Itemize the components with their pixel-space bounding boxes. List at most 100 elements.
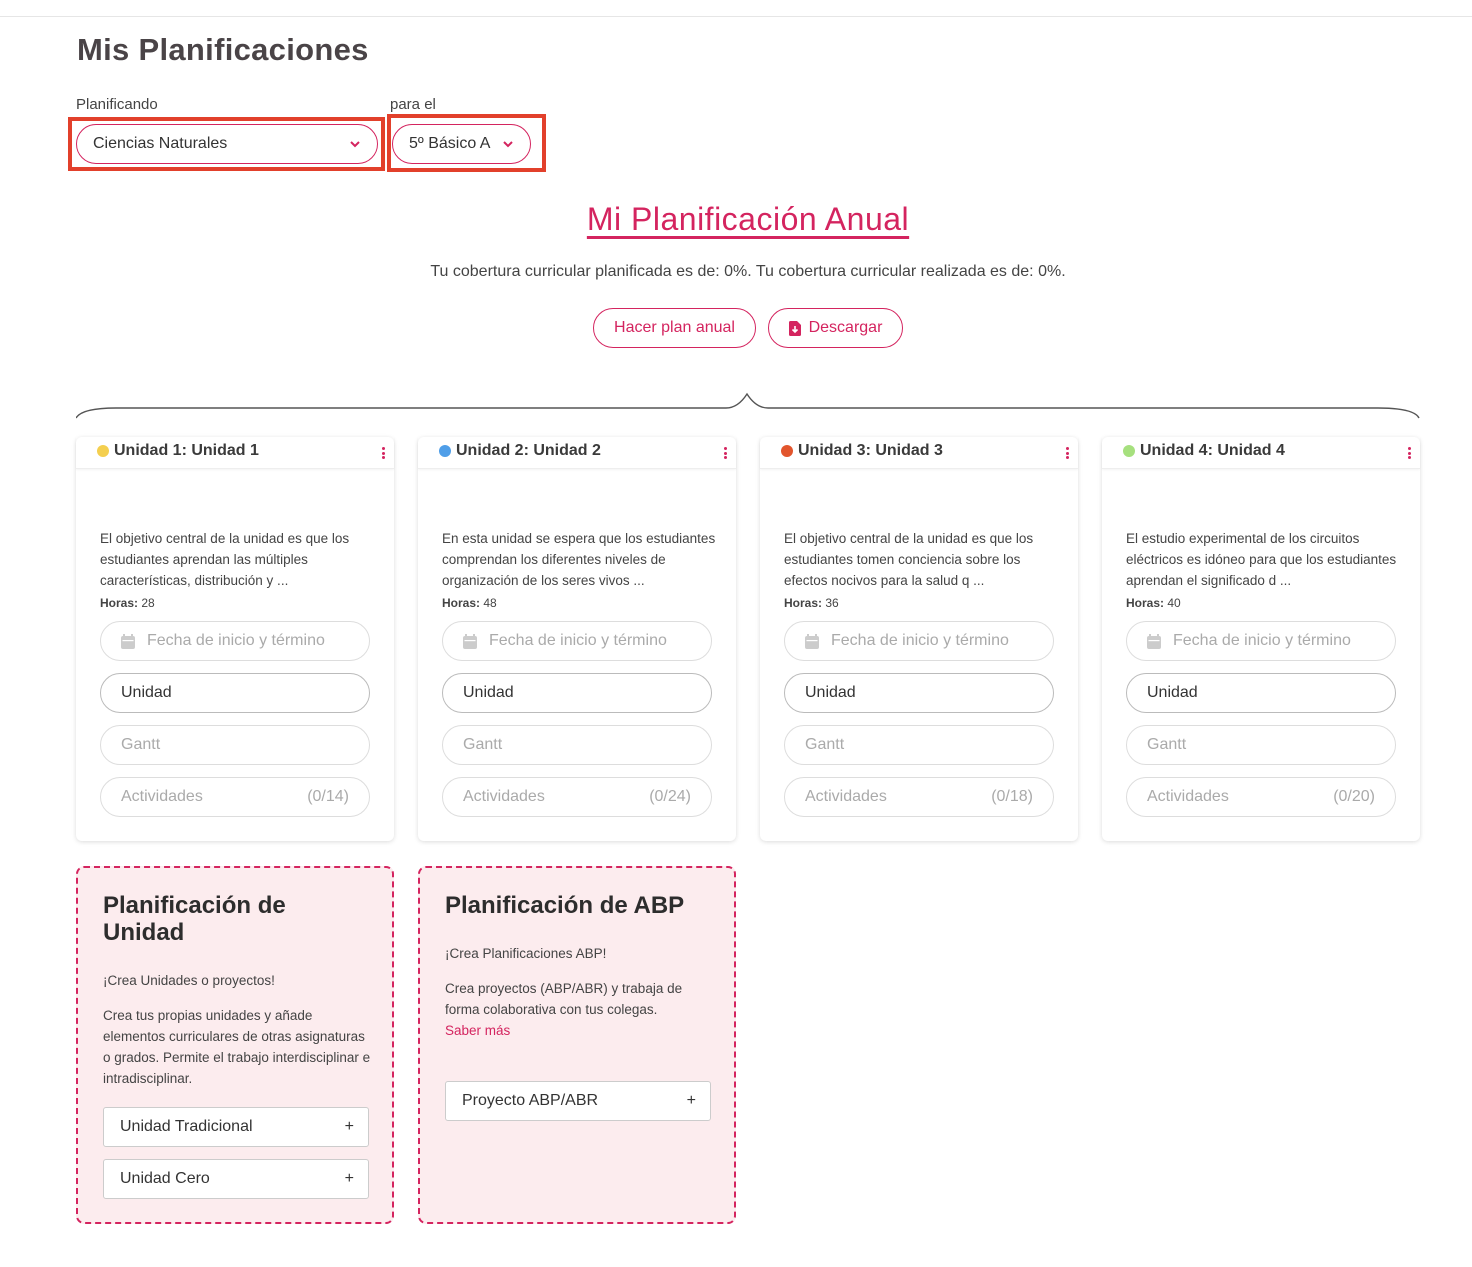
make-annual-plan-label: Hacer plan anual [614,319,735,336]
hours-label: Horas: [784,596,823,610]
unit-button-label: Unidad [463,684,514,701]
file-download-icon [788,320,801,336]
hours-value: 36 [825,596,839,610]
unit-planning-body: Crea tus propias unidades y añade elemen… [103,1008,371,1086]
gantt-button[interactable]: Gantt [442,725,712,765]
unit-button[interactable]: Unidad [100,673,370,713]
calendar-icon [1147,633,1161,649]
unit-title: Unidad 2: Unidad 2 [456,442,601,459]
hours-value: 40 [1167,596,1181,610]
subject-label: Planificando [76,96,158,113]
grade-select-value: 5º Básico A [409,135,491,152]
unit-title: Unidad 4: Unidad 4 [1140,442,1285,459]
unit-button[interactable]: Unidad [784,673,1054,713]
download-button[interactable]: Descargar [768,308,903,348]
abp-planning-title: Planificación de ABP [445,892,685,919]
activities-count: (0/14) [307,788,349,805]
calendar-icon [121,633,135,649]
unit-color-dot [1123,445,1135,457]
unit-card: Unidad 3: Unidad 3 El objetivo central d… [760,437,1078,841]
hours-label: Horas: [100,596,139,610]
date-range-input[interactable]: Fecha de inicio y término [784,621,1054,661]
activities-label: Actividades [1147,788,1229,805]
coverage-text: Tu cobertura curricular planificada es d… [430,263,1066,280]
unit-description: En esta unidad se espera que los estudia… [442,531,716,588]
date-range-placeholder: Fecha de inicio y término [831,632,1009,649]
date-range-input[interactable]: Fecha de inicio y término [100,621,370,661]
unit-planning-title: Planificación de Unidad [103,892,286,946]
unit-description: El objetivo central de la unidad es que … [784,531,1034,588]
unit-card-header: Unidad 4: Unidad 4 [1102,437,1420,469]
timeline-brace [76,392,1420,419]
page-title: Mis Planificaciones [77,32,369,67]
abp-planning-body: Crea proyectos (ABP/ABR) y trabaja de fo… [445,981,683,1017]
unit-title: Unidad 1: Unidad 1 [114,442,259,459]
unit-card: Unidad 2: Unidad 2 En esta unidad se esp… [418,437,736,841]
zero-unit-label: Unidad Cero [120,1170,210,1187]
calendar-icon [463,633,477,649]
abp-planning-panel: Planificación de ABP ¡Crea Planificacion… [418,866,736,1224]
more-options-icon[interactable] [382,447,386,461]
plus-icon: + [344,1118,354,1135]
unit-button[interactable]: Unidad [1126,673,1396,713]
traditional-unit-label: Unidad Tradicional [120,1118,253,1135]
gantt-button[interactable]: Gantt [784,725,1054,765]
date-range-input[interactable]: Fecha de inicio y término [1126,621,1396,661]
activities-button[interactable]: Actividades (0/14) [100,777,370,817]
unit-hours: Horas: 40 [1126,596,1181,610]
download-label: Descargar [808,319,883,336]
abp-project-button[interactable]: Proyecto ABP/ABR + [445,1081,711,1121]
unit-color-dot [781,445,793,457]
gantt-button[interactable]: Gantt [100,725,370,765]
make-annual-plan-button[interactable]: Hacer plan anual [593,308,756,348]
chevron-down-icon [503,141,513,148]
unit-hours: Horas: 36 [784,596,839,610]
learn-more-link[interactable]: Saber más [445,1023,510,1038]
activities-button[interactable]: Actividades (0/18) [784,777,1054,817]
annual-plan-link[interactable]: Mi Planificación Anual [0,201,1472,238]
activities-button[interactable]: Actividades (0/24) [442,777,712,817]
abp-project-label: Proyecto ABP/ABR [462,1092,599,1109]
unit-card: Unidad 4: Unidad 4 El estudio experiment… [1102,437,1420,841]
unit-hours: Horas: 48 [442,596,497,610]
unit-card: Unidad 1: Unidad 1 El objetivo central d… [76,437,394,841]
more-options-icon[interactable] [724,447,728,461]
hours-label: Horas: [442,596,481,610]
unit-description: El objetivo central de la unidad es que … [100,531,350,588]
hours-label: Horas: [1126,596,1165,610]
gantt-button[interactable]: Gantt [1126,725,1396,765]
hours-value: 48 [483,596,497,610]
unit-color-dot [439,445,451,457]
unit-hours: Horas: 28 [100,596,155,610]
calendar-icon [805,633,819,649]
unit-description: El estudio experimental de los circuitos… [1126,531,1397,588]
abp-planning-subtitle: ¡Crea Planificaciones ABP! [445,946,607,961]
gantt-button-label: Gantt [805,736,845,753]
unit-button[interactable]: Unidad [442,673,712,713]
activities-button[interactable]: Actividades (0/20) [1126,777,1396,817]
top-divider [0,16,1472,17]
grade-select[interactable]: 5º Básico A [392,124,531,164]
traditional-unit-button[interactable]: Unidad Tradicional + [103,1107,369,1147]
unit-button-label: Unidad [121,684,172,701]
gantt-button-label: Gantt [1147,736,1187,753]
gantt-button-label: Gantt [121,736,161,753]
more-options-icon[interactable] [1066,447,1070,461]
unit-card-header: Unidad 1: Unidad 1 [76,437,394,469]
unit-planning-panel: Planificación de Unidad ¡Crea Unidades o… [76,866,394,1224]
date-range-placeholder: Fecha de inicio y término [1173,632,1351,649]
gantt-button-label: Gantt [463,736,503,753]
date-range-input[interactable]: Fecha de inicio y término [442,621,712,661]
plus-icon: + [344,1170,354,1187]
subject-select-value: Ciencias Naturales [93,135,228,152]
plus-icon: + [686,1092,696,1109]
grade-label: para el [390,96,436,113]
more-options-icon[interactable] [1408,447,1412,461]
subject-select[interactable]: Ciencias Naturales [76,124,378,164]
zero-unit-button[interactable]: Unidad Cero + [103,1159,369,1199]
activities-label: Actividades [121,788,203,805]
unit-planning-subtitle: ¡Crea Unidades o proyectos! [103,973,275,988]
unit-card-header: Unidad 3: Unidad 3 [760,437,1078,469]
abp-planning-body-block: Crea proyectos (ABP/ABR) y trabaja de fo… [445,978,715,1041]
activities-count: (0/20) [1333,788,1375,805]
